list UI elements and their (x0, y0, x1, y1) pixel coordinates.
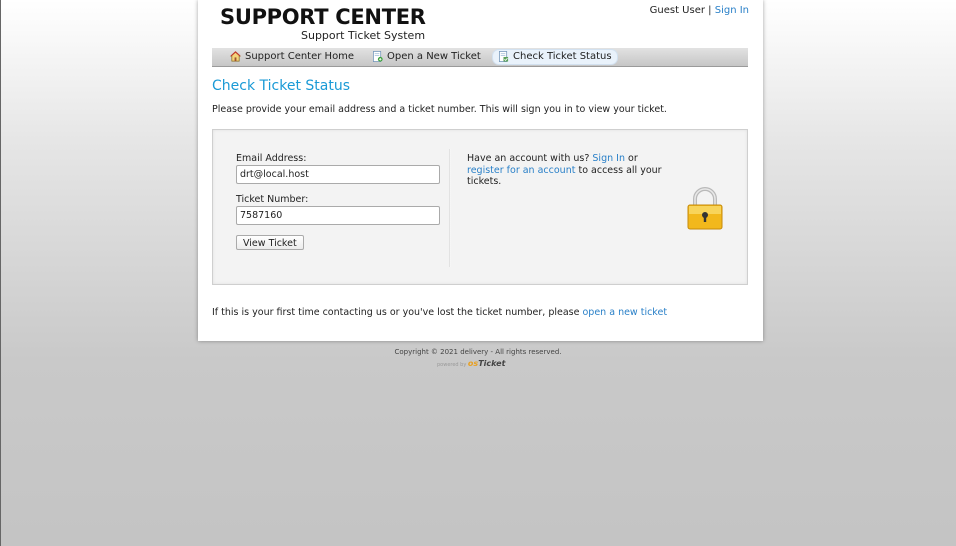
register-link[interactable]: register for an account (467, 165, 575, 176)
logo-title: SUPPORT CENTER (220, 5, 426, 29)
login-panel: Email Address: drt@local.host Ticket Num… (212, 129, 748, 285)
account-text-or: or (628, 153, 638, 164)
email-field[interactable]: drt@local.host (236, 165, 440, 184)
brand-prefix: os (467, 359, 479, 368)
open-new-ticket-link[interactable]: open a new ticket (583, 307, 668, 318)
lock-icon (687, 187, 723, 230)
ticket-number-label: Ticket Number: (236, 194, 309, 205)
nav-label: Check Ticket Status (513, 51, 612, 62)
guest-user-label: Guest User (649, 5, 705, 16)
powered-by-logo[interactable]: powered by osTicket (437, 359, 505, 371)
logo-subtitle: Support Ticket System (301, 29, 426, 42)
nav-label: Open a New Ticket (387, 51, 481, 62)
panel-divider (449, 149, 451, 267)
nav-label: Support Center Home (245, 51, 355, 62)
window-edge (0, 0, 1, 546)
site-logo[interactable]: SUPPORT CENTER Support Ticket System (220, 5, 426, 42)
osticket-brand: osTicket (468, 359, 506, 368)
intro-text: Please provide your email address and a … (212, 104, 667, 115)
sign-in-link[interactable]: Sign In (715, 5, 749, 16)
nav-open-new-ticket[interactable]: Open a New Ticket (367, 50, 486, 64)
panel-sign-in-link[interactable]: Sign In (592, 153, 625, 164)
nav-support-center-home[interactable]: Support Center Home (225, 50, 359, 64)
view-ticket-button[interactable]: View Ticket (236, 235, 304, 250)
user-bar-separator: | (708, 5, 712, 16)
ticket-status-icon (499, 51, 509, 62)
hint-text: If this is your first time contacting us… (212, 307, 580, 318)
main-container: SUPPORT CENTER Support Ticket System Gue… (198, 0, 763, 341)
brand-name: Ticket (478, 359, 506, 368)
user-bar: Guest User | Sign In (650, 5, 749, 16)
copyright-text: Copyright © 2021 delivery - All rights r… (394, 348, 562, 356)
nav-check-ticket-status[interactable]: Check Ticket Status (492, 49, 618, 65)
new-ticket-hint: If this is your first time contacting us… (212, 307, 667, 318)
main-nav: Support Center Home Open a New Ticket Ch… (212, 48, 748, 67)
new-ticket-icon (373, 51, 383, 62)
page-title: Check Ticket Status (212, 78, 350, 94)
account-text: Have an account with us? (467, 153, 590, 164)
account-info: Have an account with us? Sign In or regi… (467, 153, 672, 188)
ticket-number-field[interactable]: 7587160 (236, 206, 440, 225)
email-label: Email Address: (236, 153, 307, 164)
home-icon (230, 51, 241, 62)
powered-by-label: powered by (437, 362, 467, 368)
